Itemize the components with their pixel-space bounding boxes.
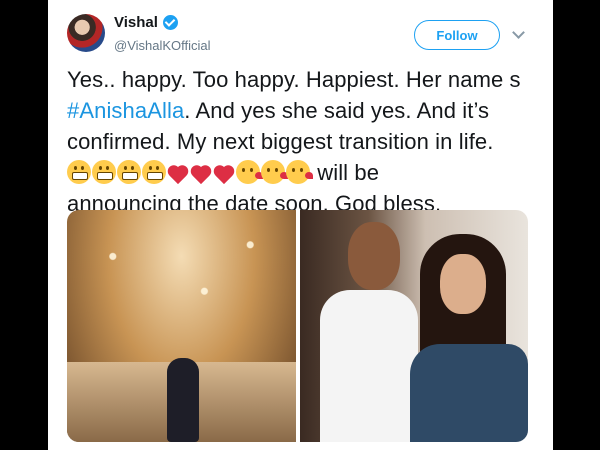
- grimacing-face-icon: [142, 160, 166, 184]
- tweet-card: Vishal @VishalKOfficial Follow Yes.. hap…: [48, 0, 553, 450]
- tweet-line-2: #AnishaAlla. And yes she said yes. And i…: [67, 95, 537, 126]
- tweet-text: Yes.. happy. Too happy. Happiest. Her na…: [67, 64, 537, 219]
- woman-face: [440, 254, 486, 314]
- tweet-line-4: will be: [67, 157, 537, 188]
- red-heart-icon: [213, 164, 235, 184]
- red-heart-icon: [167, 164, 189, 184]
- woman-top: [410, 344, 528, 442]
- red-heart-icon: [190, 164, 212, 184]
- follow-button[interactable]: Follow: [414, 20, 500, 50]
- grimacing-face-icon: [67, 160, 91, 184]
- kissing-face-icon: [261, 160, 288, 184]
- woman-figure: [410, 234, 528, 442]
- hashtag-link[interactable]: #AnishaAlla: [67, 98, 184, 123]
- photo-couple[interactable]: [300, 210, 528, 442]
- grimacing-face-icon: [92, 160, 116, 184]
- media-grid: [67, 210, 528, 442]
- tweet-line-2-text: . And yes she said yes. And it’s: [184, 98, 490, 123]
- standing-woman-figure: [167, 358, 199, 442]
- chevron-down-icon[interactable]: [512, 26, 525, 39]
- display-name-text[interactable]: Vishal: [114, 14, 158, 31]
- avatar[interactable]: [67, 14, 105, 52]
- kissing-face-icon: [236, 160, 263, 184]
- tweet-line-3: confirmed. My next biggest transition in…: [67, 129, 494, 154]
- man-shirt: [320, 290, 418, 442]
- photo-floral-stage[interactable]: [67, 210, 296, 442]
- tweet-line-4-text: will be: [311, 160, 380, 185]
- display-name[interactable]: Vishal: [114, 14, 178, 31]
- verified-badge-icon: [162, 15, 178, 30]
- grimacing-face-icon: [117, 160, 141, 184]
- man-figure: [320, 220, 418, 442]
- kissing-face-icon: [286, 160, 313, 184]
- user-handle[interactable]: @VishalKOfficial: [114, 38, 211, 53]
- man-head: [348, 222, 400, 290]
- tweet-line-1: Yes.. happy. Too happy. Happiest. Her na…: [67, 67, 521, 92]
